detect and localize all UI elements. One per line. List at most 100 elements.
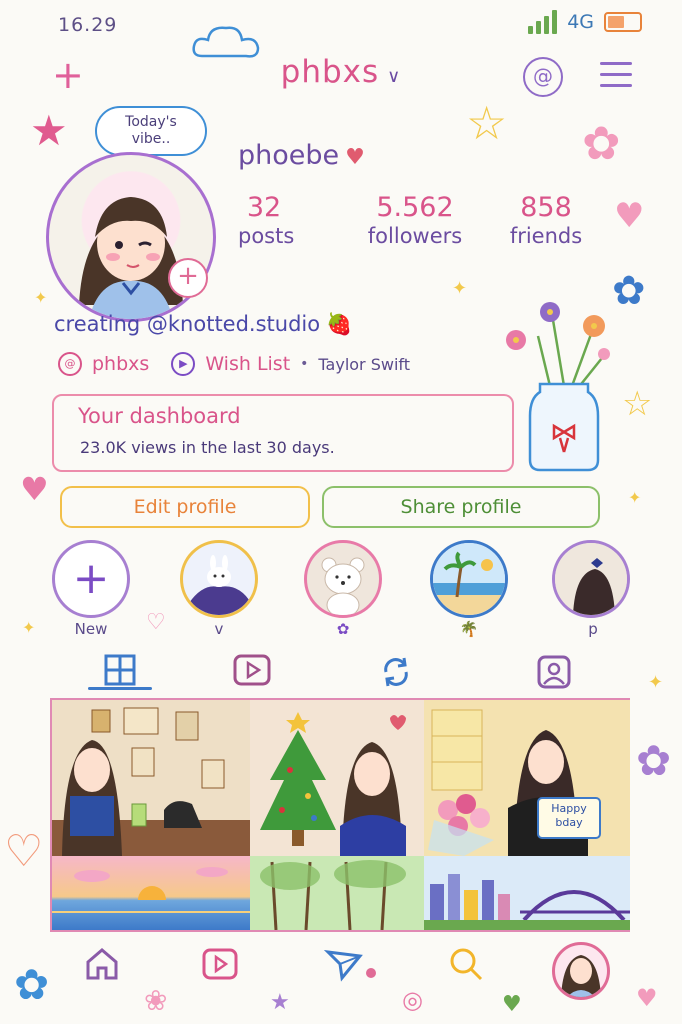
profile-links: @ phbxs ▶ Wish List • Taylor Swift	[58, 352, 410, 376]
share-profile-button[interactable]: Share profile	[322, 486, 600, 528]
display-name: phoebe ♥	[238, 140, 365, 171]
star-icon: ★	[30, 106, 68, 155]
tagged-icon	[537, 655, 571, 689]
dashboard-subtitle: 23.0K views in the last 30 days.	[80, 438, 335, 457]
highlight-beach[interactable]	[430, 540, 508, 618]
heart-deco-icon: ♥	[502, 992, 522, 1017]
heart-deco-icon: ♥	[636, 984, 658, 1012]
separator-dot: •	[300, 356, 309, 372]
sparkle-icon: ✦	[452, 278, 468, 299]
signal-icon	[528, 10, 558, 34]
post-6[interactable]	[424, 856, 630, 930]
threads-icon[interactable]: @	[523, 57, 563, 97]
status-right: 4G	[528, 10, 642, 34]
highlight-p[interactable]	[552, 540, 630, 618]
note-line-1: Today's	[125, 114, 177, 130]
sparkle-icon: ✦	[628, 488, 642, 507]
edit-profile-button[interactable]: Edit profile	[60, 486, 310, 528]
post-2[interactable]	[250, 700, 424, 856]
display-name-text: phoebe	[238, 140, 340, 171]
sunset-illustration	[52, 867, 250, 913]
nav-reels[interactable]	[200, 944, 240, 984]
sparkle-icon: ✦	[22, 618, 36, 637]
post-1[interactable]	[52, 700, 250, 856]
stat-friends[interactable]: 858 friends	[500, 192, 592, 248]
nav-messages[interactable]	[323, 944, 364, 984]
play-icon: ▶	[171, 352, 196, 376]
stat-followers-value: 5.562	[376, 192, 454, 223]
stat-posts-value: 32	[246, 192, 282, 223]
heart-deco-icon: ♥	[614, 196, 645, 236]
battery-icon	[604, 12, 642, 32]
stat-followers-label: followers	[367, 224, 463, 248]
dashboard-title: Your dashboard	[78, 404, 241, 428]
star-outline-icon: ☆	[466, 96, 508, 150]
threads-link-icon: @	[58, 352, 82, 376]
heart-deco-icon: ♡	[4, 826, 44, 877]
reels-nav-icon	[202, 948, 238, 980]
stat-posts[interactable]: 32 posts	[238, 192, 295, 248]
star-outline-icon: ☆	[622, 384, 653, 424]
tab-grid[interactable]	[100, 652, 140, 692]
cloud-icon	[190, 20, 262, 68]
birthday-illustration	[428, 709, 601, 856]
nav-profile[interactable]	[552, 942, 610, 1000]
stat-friends-value: 858	[520, 192, 572, 223]
strawberry-icon: 🍓	[326, 312, 353, 336]
account-switcher[interactable]: phbxs ∨	[0, 54, 682, 90]
forest-illustration	[250, 856, 424, 930]
blue-flower-icon: ✿	[14, 960, 50, 1009]
purple-flower-icon: ✿	[636, 736, 672, 785]
tab-tagged[interactable]	[534, 652, 574, 692]
nav-search[interactable]	[446, 944, 486, 984]
username: phbxs	[280, 54, 380, 90]
nav-home[interactable]	[82, 944, 122, 984]
tab-reels[interactable]	[232, 652, 272, 692]
music-link[interactable]: Taylor Swift	[318, 355, 410, 374]
christmas-illustration	[260, 712, 406, 856]
post-4[interactable]	[52, 856, 250, 930]
heart-icon: ♥	[345, 145, 365, 170]
stat-friends-label: friends	[509, 224, 583, 248]
flower-vase-icon	[498, 296, 618, 480]
search-icon	[450, 948, 483, 981]
post-5[interactable]	[250, 856, 424, 930]
bio-text[interactable]: creating @knotted.studio	[54, 312, 320, 336]
stat-followers[interactable]: 5.562 followers	[360, 192, 470, 248]
highlight-new[interactable]: +	[52, 540, 130, 618]
heart-deco-icon: ♡	[146, 610, 166, 635]
heart-deco-icon: ♥	[20, 470, 49, 508]
chevron-down-icon: ∨	[387, 66, 402, 87]
menu-icon[interactable]	[600, 62, 632, 87]
wishlist-link[interactable]: Wish List	[205, 353, 290, 375]
highlight-v-label: v	[214, 620, 224, 638]
stat-posts-label: posts	[238, 224, 295, 248]
beach-icon	[433, 543, 505, 615]
highlight-bear[interactable]	[304, 540, 382, 618]
sparkle-icon: ✦	[648, 672, 664, 693]
tab-reposts[interactable]	[376, 652, 416, 692]
cafe-illustration	[52, 707, 250, 856]
repost-icon	[384, 657, 408, 687]
post-3[interactable]: Happy bday	[424, 700, 630, 856]
reels-icon	[233, 654, 271, 686]
cake-text-line-1: Happy	[551, 802, 587, 815]
highlight-beach-label: 🌴	[459, 620, 479, 638]
highlight-v[interactable]	[180, 540, 258, 618]
status-time: 16.29	[58, 14, 118, 36]
send-icon	[323, 949, 363, 982]
star-icon: ★	[270, 990, 290, 1015]
highlight-new-label: New	[74, 620, 108, 638]
flower-icon: ✿	[582, 116, 621, 170]
girl-back-icon	[555, 543, 627, 615]
note-bubble[interactable]: Today's vibe..	[95, 106, 207, 156]
bunny-icon	[189, 555, 251, 615]
note-line-2: vibe..	[131, 131, 171, 147]
add-story-button[interactable]: +	[168, 258, 208, 298]
home-icon	[86, 948, 118, 980]
highlight-p-label: p	[588, 620, 598, 638]
threads-link[interactable]: phbxs	[92, 353, 149, 375]
bear-icon	[321, 557, 365, 615]
posts-grid: Happy bday	[50, 698, 630, 932]
grid-icon	[104, 654, 136, 686]
